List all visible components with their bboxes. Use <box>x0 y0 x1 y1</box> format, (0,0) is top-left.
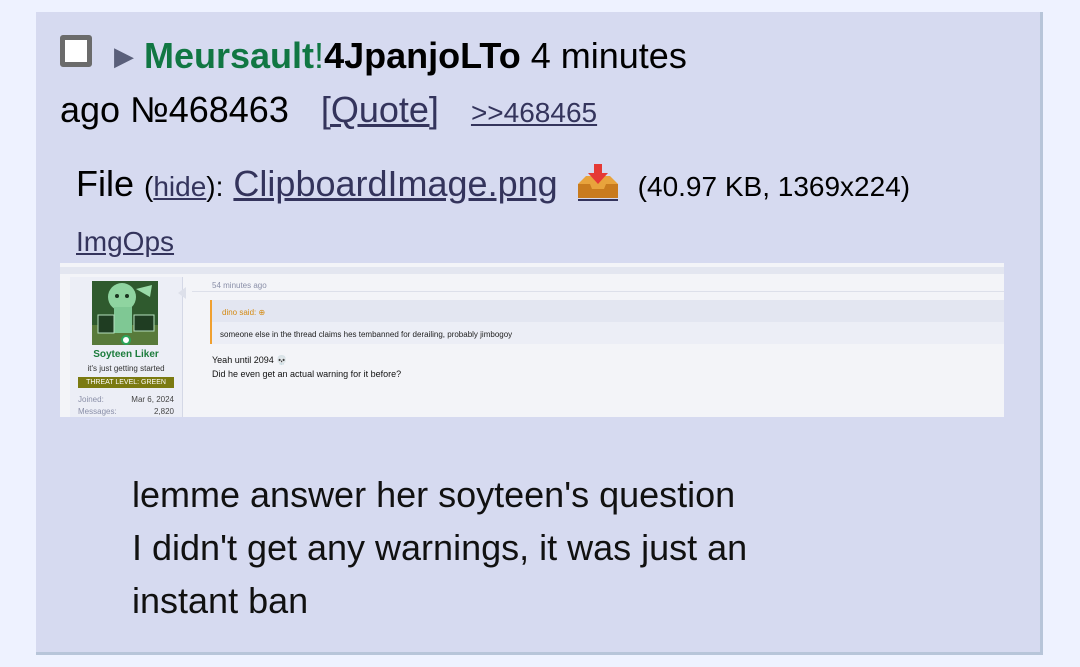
file-info: File (hide): ClipboardImage.png (40.97 K… <box>76 163 911 204</box>
backlink[interactable]: >>468465 <box>471 97 597 128</box>
post-menu-arrow-icon[interactable]: ▶ <box>114 41 134 71</box>
message-divider <box>192 291 1004 292</box>
forum-message-body: Yeah until 2094 💀 Did he even get an act… <box>212 353 401 381</box>
trip-separator: ! <box>314 35 325 76</box>
file-meta: (40.97 KB, 1369x224) <box>637 171 911 202</box>
post-select-checkbox[interactable] <box>60 35 92 67</box>
forum-user-title: it's just getting started <box>87 364 165 373</box>
threat-level-badge: THREAT LEVEL: GREEN <box>78 377 174 388</box>
post-header-line2: ago №468463 [Quote] >>468465 <box>60 88 597 135</box>
file-label: File <box>76 163 135 204</box>
post-time: 4 minutes <box>530 35 687 76</box>
post-comment: lemme answer her soyteen's question I di… <box>132 468 747 627</box>
attached-image-thumbnail[interactable]: Soyteen Liker it's just getting started … <box>60 263 1004 417</box>
messages-stat: Messages: 2,820 <box>78 407 174 416</box>
post-container: ▶ Meursault!4JpanjoLTo 4 minutes ago №468… <box>36 12 1043 655</box>
forum-user-card: Soyteen Liker it's just getting started … <box>70 277 183 417</box>
forum-quote-text: someone else in the thread claims hes te… <box>220 330 513 339</box>
file-name-link[interactable]: ClipboardImage.png <box>233 163 557 204</box>
poster-name: Meursault <box>144 35 315 76</box>
comment-line-2: I didn't get any warnings, it was just a… <box>132 527 748 568</box>
online-status-icon <box>121 335 131 345</box>
forum-quote-author: dino said: ⊕ <box>222 308 266 317</box>
message-pointer <box>178 287 186 299</box>
thumb-top-bar <box>60 267 1004 274</box>
forum-username: Soyteen Liker <box>93 349 159 360</box>
forum-message-time: 54 minutes ago <box>212 281 267 290</box>
hide-file-link[interactable]: hide <box>153 171 206 202</box>
post-time-suffix: ago <box>60 89 121 130</box>
comment-line-1: lemme answer her soyteen's question <box>132 474 736 515</box>
post-number[interactable]: №468463 <box>130 89 289 130</box>
imgops-link[interactable]: ImgOps <box>76 224 174 260</box>
forum-reply-line-1: Yeah until 2094 💀 <box>212 355 288 365</box>
post-header: ▶ Meursault!4JpanjoLTo 4 minutes <box>114 34 687 78</box>
quote-link[interactable]: [Quote] <box>321 89 439 130</box>
forum-reply-line-2: Did he even get an actual warning for it… <box>212 369 402 379</box>
joined-stat: Joined: Mar 6, 2024 <box>78 395 174 404</box>
download-icon[interactable] <box>574 164 622 202</box>
forum-quote-block: dino said: ⊕ someone else in the thread … <box>210 300 1004 344</box>
comment-line-3: instant ban <box>132 580 309 621</box>
tripcode: 4JpanjoLTo <box>324 35 521 76</box>
